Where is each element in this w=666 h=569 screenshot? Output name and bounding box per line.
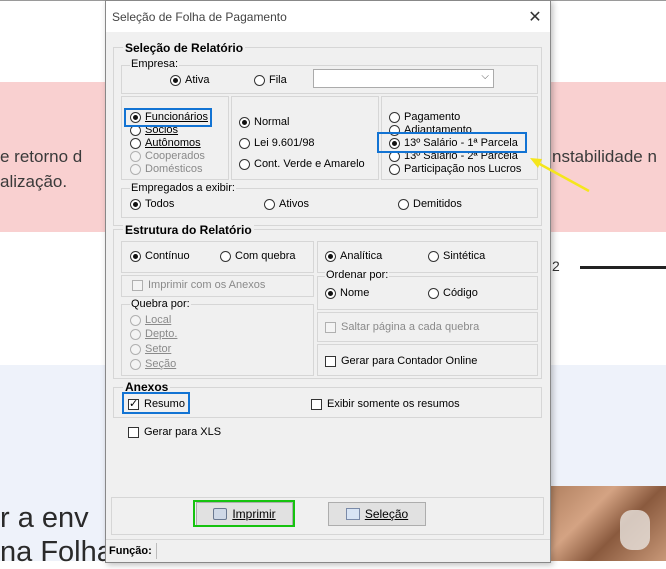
radio-indicator[interactable]	[325, 250, 336, 262]
checkbox-indicator[interactable]	[132, 279, 143, 291]
tipo-domesticos-radio[interactable]: Domésticos	[130, 163, 202, 175]
empresa-label: Empresa:	[130, 58, 180, 70]
imprimir-highlight	[193, 500, 295, 527]
quebra-local-radio[interactable]: Local	[130, 314, 171, 326]
radio-indicator[interactable]	[220, 250, 231, 262]
radio-indicator[interactable]	[264, 198, 275, 210]
dialog-title: Seleção de Folha de Pagamento	[112, 10, 287, 24]
status-bar: Função:	[106, 539, 550, 562]
continuo-radio[interactable]: Contínuo	[130, 250, 190, 262]
title-bar[interactable]: Seleção de Folha de Pagamento ✕	[106, 1, 550, 32]
section-heading-line2: na Folha	[0, 536, 113, 568]
folha-pagamento-dialog: Seleção de Folha de Pagamento ✕ Seleção …	[105, 0, 551, 563]
radio-indicator[interactable]	[130, 250, 141, 262]
checkbox-indicator[interactable]	[325, 355, 336, 367]
estrutura-relatorio-title: Estrutura do Relatório	[123, 223, 254, 237]
empresa-fila-radio[interactable]: Fila	[254, 74, 287, 86]
selecao-button[interactable]: Seleção	[328, 502, 426, 526]
ordenar-codigo-radio[interactable]: Código	[428, 287, 478, 299]
checkbox-indicator[interactable]	[325, 321, 336, 333]
folha-pagamento-radio[interactable]: Pagamento	[389, 111, 460, 123]
radio-indicator[interactable]	[130, 137, 141, 149]
radio-indicator[interactable]	[428, 287, 439, 299]
radio-indicator[interactable]	[130, 163, 141, 175]
radio-indicator[interactable]	[130, 198, 141, 210]
resumo-highlight	[122, 392, 190, 414]
chevron-down-icon[interactable]: ⌵	[481, 71, 489, 82]
radio-indicator[interactable]	[325, 287, 336, 299]
analitica-radio[interactable]: Analítica	[325, 250, 382, 262]
folha-participacao-lucros-radio[interactable]: Participação nos Lucros	[389, 163, 521, 175]
empresa-select[interactable]: ⌵	[313, 69, 494, 88]
photo-detail	[620, 510, 650, 550]
quebra-depto-radio[interactable]: Depto.	[130, 328, 177, 340]
selecao-relatorio-title: Seleção de Relatório	[123, 41, 246, 55]
imprimir-anexos-checkbox[interactable]: Imprimir com os Anexos	[132, 279, 265, 291]
sintetica-radio[interactable]: Sintética	[428, 250, 485, 262]
funcionarios-highlight	[124, 108, 212, 127]
close-icon[interactable]: ✕	[526, 7, 544, 27]
section-heading-line1: r a env	[0, 502, 89, 534]
checkbox-indicator[interactable]	[311, 398, 322, 410]
regime-normal-radio[interactable]: Normal	[239, 116, 289, 128]
banner-text-left: e retorno d	[0, 147, 83, 166]
banner-text-right: nstabilidade n	[552, 147, 657, 166]
radio-indicator[interactable]	[130, 358, 141, 370]
radio-indicator[interactable]	[389, 111, 400, 123]
radio-indicator[interactable]	[130, 343, 141, 355]
radio-indicator[interactable]	[239, 137, 250, 149]
status-divider	[156, 543, 157, 559]
radio-indicator[interactable]	[398, 198, 409, 210]
quebra-secao-radio[interactable]: Seção	[130, 358, 176, 370]
radio-indicator[interactable]	[254, 74, 265, 86]
radio-indicator[interactable]	[130, 150, 141, 162]
radio-indicator[interactable]	[130, 328, 141, 340]
banner-text-line2: alização.	[0, 172, 68, 191]
gerar-xls-checkbox[interactable]: Gerar para XLS	[128, 426, 221, 438]
radio-indicator[interactable]	[130, 314, 141, 326]
checkbox-indicator[interactable]	[128, 426, 139, 438]
exibir-resumos-checkbox[interactable]: Exibir somente os resumos	[311, 398, 460, 410]
radio-indicator[interactable]	[239, 158, 250, 170]
empregados-demitidos-radio[interactable]: Demitidos	[398, 198, 462, 210]
empregados-ativos-radio[interactable]: Ativos	[264, 198, 309, 210]
regime-lei-radio[interactable]: Lei 9.601/98	[239, 137, 315, 149]
tipo-autonomos-radio[interactable]: Autônomos	[130, 137, 201, 149]
quebra-setor-radio[interactable]: Setor	[130, 343, 171, 355]
13-salario-highlight	[377, 132, 527, 153]
radio-indicator[interactable]	[239, 116, 250, 128]
empregados-todos-radio[interactable]: Todos	[130, 198, 174, 210]
com-quebra-radio[interactable]: Com quebra	[220, 250, 296, 262]
ordenar-label: Ordenar por:	[325, 269, 390, 281]
quebra-label: Quebra por:	[130, 298, 191, 310]
step-number: 2	[552, 258, 560, 274]
tipo-cooperados-radio[interactable]: Cooperados	[130, 150, 205, 162]
radio-indicator[interactable]	[428, 250, 439, 262]
empregados-label: Empregados a exibir:	[130, 182, 236, 194]
radio-indicator[interactable]	[170, 74, 181, 86]
funcao-label: Função:	[109, 545, 152, 557]
step-divider	[580, 266, 666, 269]
saltar-pagina-checkbox[interactable]: Saltar página a cada quebra	[325, 321, 479, 333]
selection-icon	[345, 508, 360, 520]
ordenar-nome-radio[interactable]: Nome	[325, 287, 369, 299]
radio-indicator[interactable]	[389, 163, 400, 175]
gerar-contador-checkbox[interactable]: Gerar para Contador Online	[325, 355, 477, 367]
empresa-ativa-radio[interactable]: Ativa	[170, 74, 209, 86]
regime-cont-verde-radio[interactable]: Cont. Verde e Amarelo	[239, 158, 365, 170]
